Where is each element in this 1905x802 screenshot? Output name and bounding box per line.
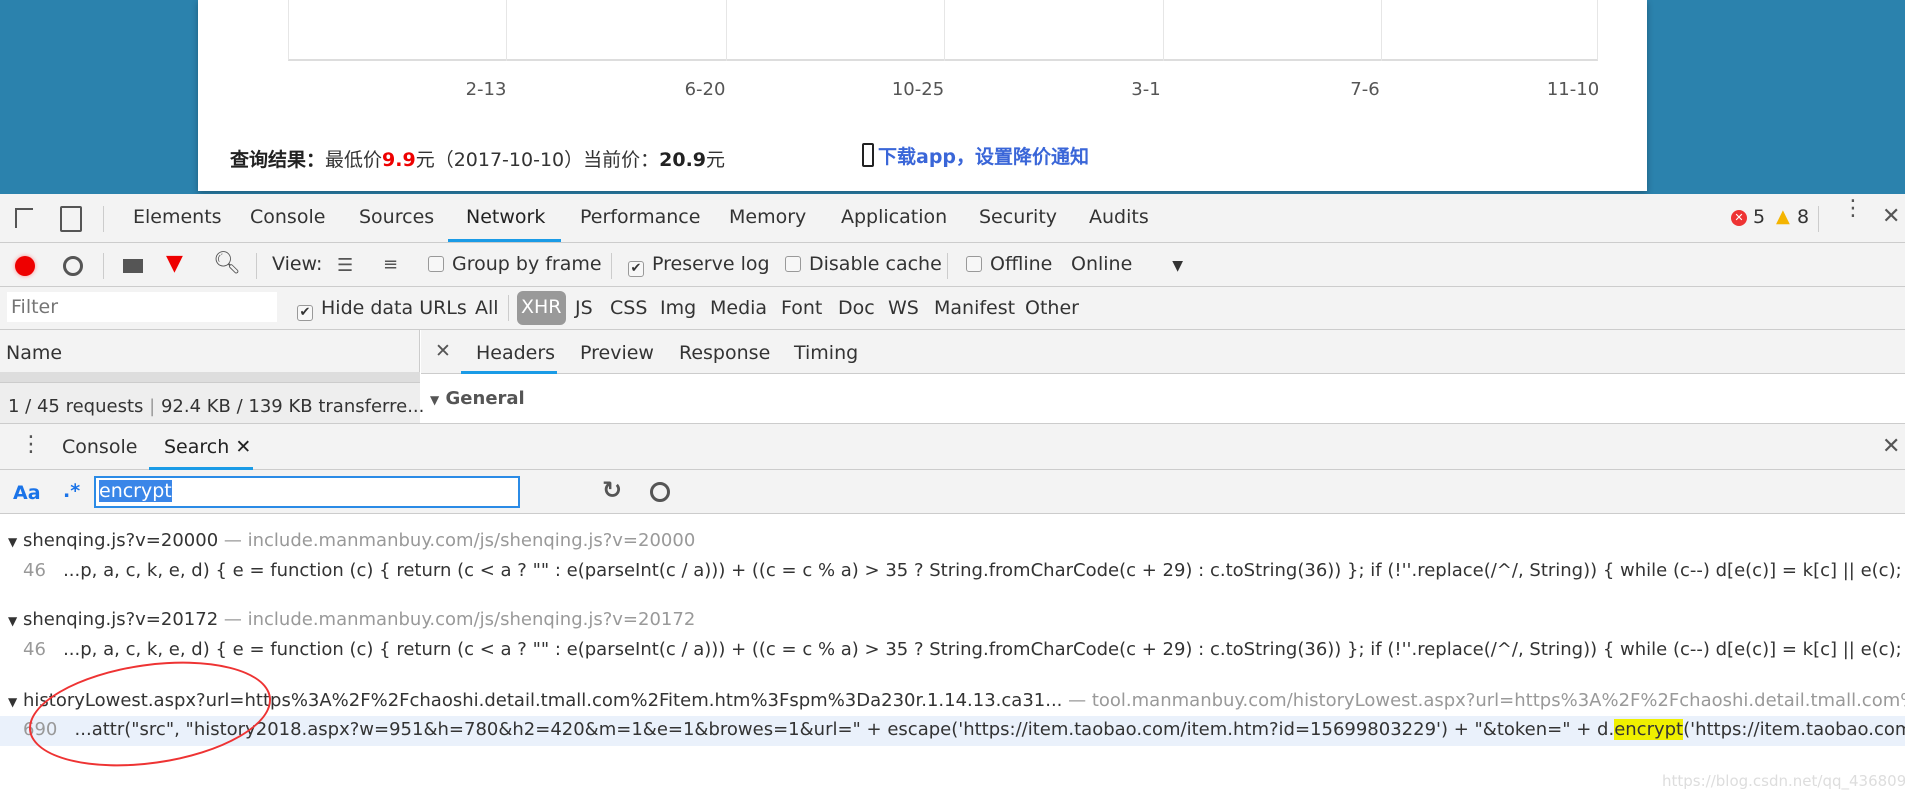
record-icon[interactable] <box>15 256 35 276</box>
x-tick-label: 11-10 <box>1546 79 1600 100</box>
large-rows-icon[interactable]: ☰ <box>337 257 353 275</box>
filter-type-js[interactable]: JS <box>575 297 593 319</box>
drawer-tab-bar: ⋮ Console Search ✕ ✕ <box>0 423 1905 470</box>
lowest-price: 9.9 <box>382 149 416 171</box>
tab-response[interactable]: Response <box>679 342 770 364</box>
hide-data-urls-checkbox[interactable]: ✔ Hide data URLs <box>297 297 467 321</box>
download-app-link[interactable]: 下载app，设置降价通知 <box>862 142 1089 169</box>
devtools: Elements Console Sources Network Perform… <box>0 194 1905 802</box>
dropdown-arrow-icon: ▼ <box>1172 258 1184 274</box>
filter-icon[interactable]: ▼ <box>166 251 183 276</box>
tab-console[interactable]: Console <box>250 206 325 228</box>
filter-type-css[interactable]: CSS <box>610 297 647 319</box>
tab-network[interactable]: Network <box>466 206 545 228</box>
clear-icon[interactable] <box>63 256 83 276</box>
filter-type-ws[interactable]: WS <box>888 297 919 319</box>
warning-icon[interactable]: ▲ <box>1776 206 1790 227</box>
tab-application[interactable]: Application <box>841 206 947 228</box>
x-tick-label: 10-25 <box>891 79 945 100</box>
device-toolbar-icon[interactable] <box>60 206 82 232</box>
filter-type-font[interactable]: Font <box>781 297 822 319</box>
search-icon[interactable]: 🔍︎ <box>213 251 241 276</box>
x-tick-label: 3-1 <box>1131 79 1161 100</box>
phone-icon <box>862 143 874 167</box>
tab-elements[interactable]: Elements <box>133 206 222 228</box>
error-icon[interactable]: ✕ <box>1731 210 1747 226</box>
devtools-tab-bar: Elements Console Sources Network Perform… <box>0 194 1905 243</box>
x-tick-label: 7-6 <box>1350 79 1380 100</box>
network-toolbar: ▼ 🔍︎ View: ☰ ≡ Group by frame ✔ Preserve … <box>0 243 1905 287</box>
tab-timing[interactable]: Timing <box>794 342 858 364</box>
current-price: 20.9 <box>659 149 707 171</box>
filter-type-media[interactable]: Media <box>710 297 767 319</box>
search-result-line[interactable]: 46 ...p, a, c, k, e, d) { e = function (… <box>0 560 1905 581</box>
webpage-background: 2-13 6-20 10-25 3-1 7-6 11-10 查询结果：最低价9.… <box>0 0 1905 194</box>
inspect-element-icon[interactable] <box>15 208 33 228</box>
filter-bar: ✔Hide data URLs All XHR JS CSS Img Media… <box>0 287 1905 330</box>
detail-tab-bar: ✕ Headers Preview Response Timing <box>421 330 1905 374</box>
red-circle-annotation <box>22 647 278 781</box>
search-result-line[interactable]: 46 ...p, a, c, k, e, d) { e = function (… <box>0 639 1905 660</box>
drawer-menu-icon[interactable]: ⋮ <box>20 432 42 457</box>
filter-type-all[interactable]: All <box>475 297 499 319</box>
request-list: Name 1 / 45 requests | 92.4 KB / 139 KB … <box>0 330 424 423</box>
drawer-tab-search[interactable]: Search ✕ <box>164 436 251 458</box>
close-search-tab-icon[interactable]: ✕ <box>235 436 251 458</box>
tab-security[interactable]: Security <box>979 206 1057 228</box>
close-drawer-icon[interactable]: ✕ <box>1882 434 1900 459</box>
network-summary: 1 / 45 requests | 92.4 KB / 139 KB trans… <box>0 382 424 423</box>
tab-preview[interactable]: Preview <box>580 342 654 364</box>
search-result-file[interactable]: ▼ historyLowest.aspx?url=https%3A%2F%2Fc… <box>0 690 1905 711</box>
name-column-header[interactable]: Name <box>6 342 62 364</box>
tab-headers[interactable]: Headers <box>476 342 555 364</box>
tab-sources[interactable]: Sources <box>359 206 434 228</box>
search-bar: Aa .* encrypt ↻ <box>0 470 1905 514</box>
general-section-header[interactable]: ▼ General <box>430 388 525 409</box>
view-label: View: <box>272 253 323 275</box>
warning-count[interactable]: 8 <box>1797 206 1809 228</box>
search-input[interactable]: encrypt <box>94 476 520 508</box>
filter-type-xhr[interactable]: XHR <box>517 291 566 325</box>
throttling-select[interactable]: Online ▼ <box>1071 253 1183 275</box>
query-result: 查询结果：最低价9.9元（2017-10-10）当前价：20.9元 <box>230 149 726 171</box>
search-result-file[interactable]: ▼ shenqing.js?v=20000 — include.manmanbu… <box>0 530 1905 551</box>
overview-icon[interactable]: ≡ <box>383 256 398 274</box>
tab-audits[interactable]: Audits <box>1089 206 1149 228</box>
search-match-highlight: encrypt <box>1614 719 1684 740</box>
camera-icon[interactable] <box>123 259 143 273</box>
search-result-line-selected[interactable]: 690 ...attr("src", "history2018.aspx?w=9… <box>0 716 1905 746</box>
filter-input[interactable] <box>7 292 277 322</box>
tab-memory[interactable]: Memory <box>729 206 806 228</box>
refresh-icon[interactable]: ↻ <box>602 476 622 504</box>
group-by-frame-checkbox[interactable]: Group by frame <box>428 253 602 275</box>
filter-type-other[interactable]: Other <box>1025 297 1079 319</box>
match-case-button[interactable]: Aa <box>13 482 41 504</box>
search-result-file[interactable]: ▼ shenqing.js?v=20172 — include.manmanbu… <box>0 609 1905 630</box>
filter-type-img[interactable]: Img <box>660 297 696 319</box>
close-devtools-icon[interactable]: ✕ <box>1882 204 1900 229</box>
close-detail-icon[interactable]: ✕ <box>435 340 451 362</box>
x-tick-label: 2-13 <box>465 79 507 100</box>
offline-checkbox[interactable]: Offline <box>966 253 1052 275</box>
chart-area <box>288 0 1598 61</box>
collapse-triangle-icon: ▼ <box>430 393 440 407</box>
more-options-icon[interactable]: ⋮ <box>1842 198 1864 220</box>
tab-performance[interactable]: Performance <box>580 206 700 228</box>
filter-type-doc[interactable]: Doc <box>838 297 875 319</box>
x-tick-label: 6-20 <box>684 79 726 100</box>
clear-search-icon[interactable] <box>650 482 670 502</box>
drawer-tab-console[interactable]: Console <box>62 436 137 458</box>
regex-button[interactable]: .* <box>63 480 80 502</box>
preserve-log-checkbox[interactable]: ✔ Preserve log <box>628 253 770 277</box>
filter-type-manifest[interactable]: Manifest <box>934 297 1015 319</box>
disable-cache-checkbox[interactable]: Disable cache <box>785 253 942 275</box>
watermark: https://blog.csdn.net/qq_43680930 <box>1662 772 1905 790</box>
error-count[interactable]: 5 <box>1753 206 1765 228</box>
